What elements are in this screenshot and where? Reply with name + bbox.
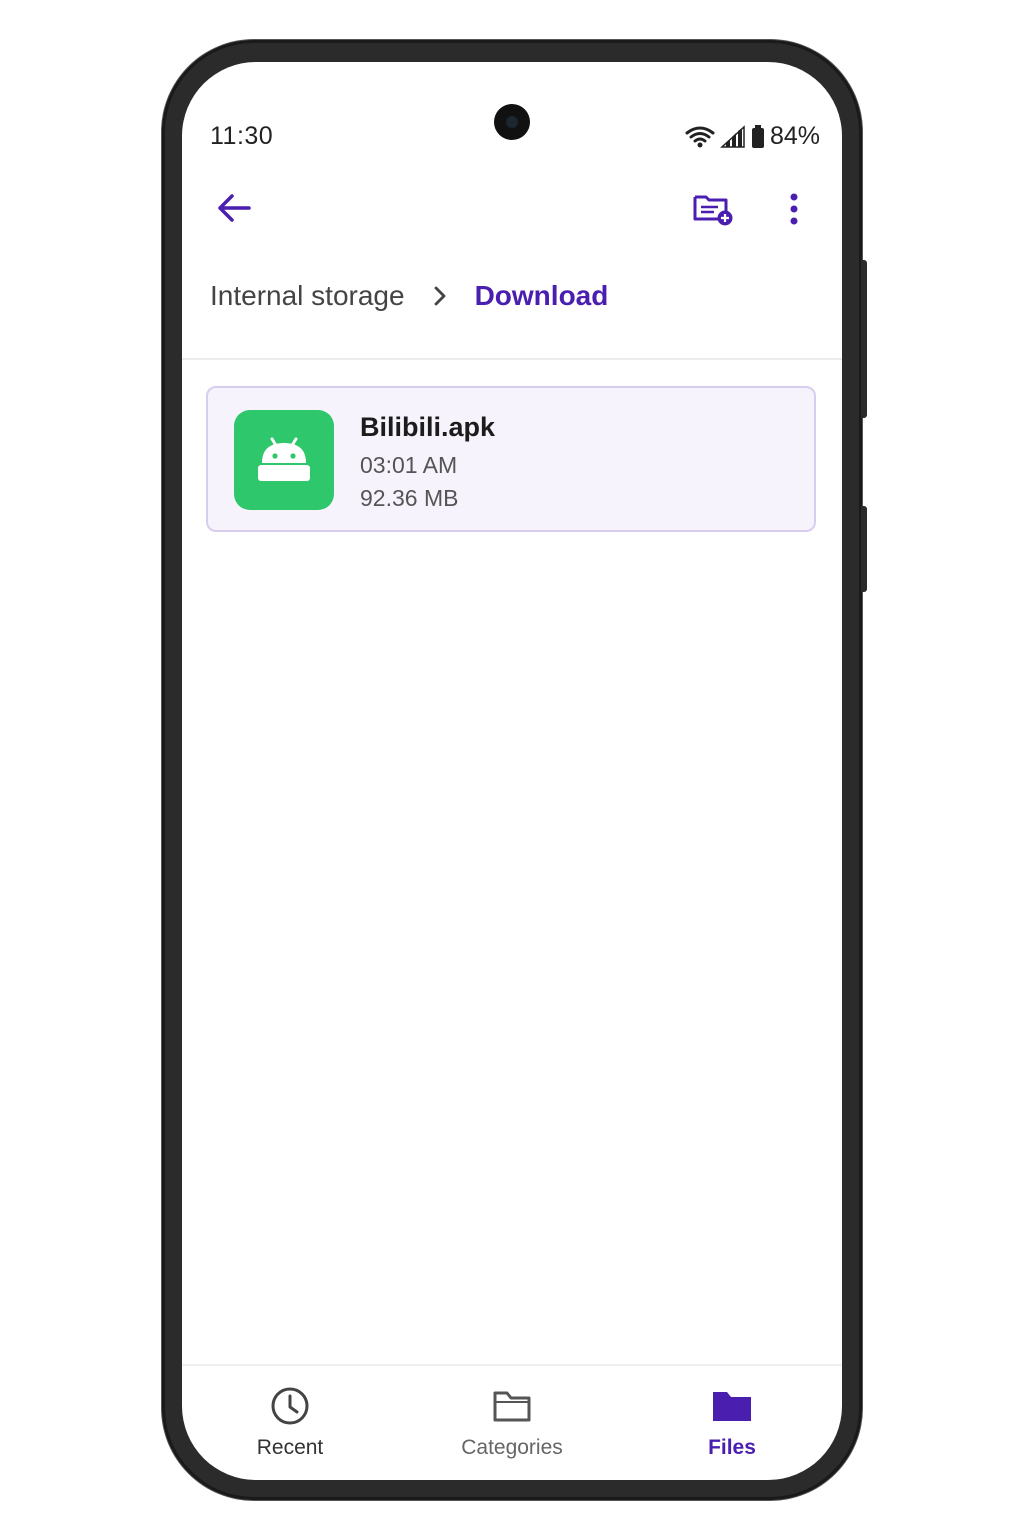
screen: 11:30 84% Internal storage Download Bili…	[182, 62, 842, 1480]
android-icon	[256, 433, 312, 488]
divider	[182, 358, 842, 360]
nav-recent[interactable]: Recent	[210, 1384, 370, 1468]
phone-frame: 11:30 84% Internal storage Download Bili…	[162, 40, 867, 1500]
front-camera	[494, 104, 530, 140]
battery-icon	[751, 124, 765, 149]
file-size: 92.36 MB	[360, 485, 459, 511]
nav-files[interactable]: Files	[652, 1384, 812, 1468]
breadcrumb-download[interactable]: Download	[475, 280, 609, 312]
more-vert-icon	[789, 192, 799, 231]
nav-categories[interactable]: Categories	[432, 1384, 592, 1468]
divider	[182, 1364, 842, 1366]
back-button[interactable]	[212, 188, 256, 232]
power-button	[861, 506, 867, 592]
wifi-icon	[685, 125, 715, 149]
nav-files-label: Files	[708, 1436, 756, 1459]
battery-percent: 84%	[769, 122, 820, 150]
folder-outline-icon	[492, 1384, 532, 1428]
folder-filled-icon	[711, 1384, 753, 1428]
clock-icon	[270, 1384, 310, 1428]
breadcrumb-internal-storage[interactable]: Internal storage	[210, 280, 405, 312]
chevron-right-icon	[405, 284, 475, 308]
nav-categories-label: Categories	[461, 1436, 563, 1459]
status-icons: 84%	[685, 122, 820, 151]
signal-icon	[720, 124, 746, 149]
apk-thumbnail	[234, 410, 334, 510]
volume-button	[861, 260, 867, 418]
file-name: Bilibili.apk	[360, 412, 496, 442]
file-time: 03:01 AM	[360, 452, 458, 478]
file-item[interactable]: Bilibili.apk 03:01 AM 92.36 MB	[206, 386, 816, 532]
status-time: 11:30	[210, 122, 274, 150]
arrow-back-icon	[216, 192, 252, 229]
nav-recent-label: Recent	[256, 1436, 324, 1459]
more-options-button[interactable]	[774, 188, 814, 234]
create-folder-button[interactable]	[690, 188, 736, 234]
create-folder-icon	[692, 191, 734, 232]
breadcrumb: Internal storage Download	[210, 280, 608, 312]
